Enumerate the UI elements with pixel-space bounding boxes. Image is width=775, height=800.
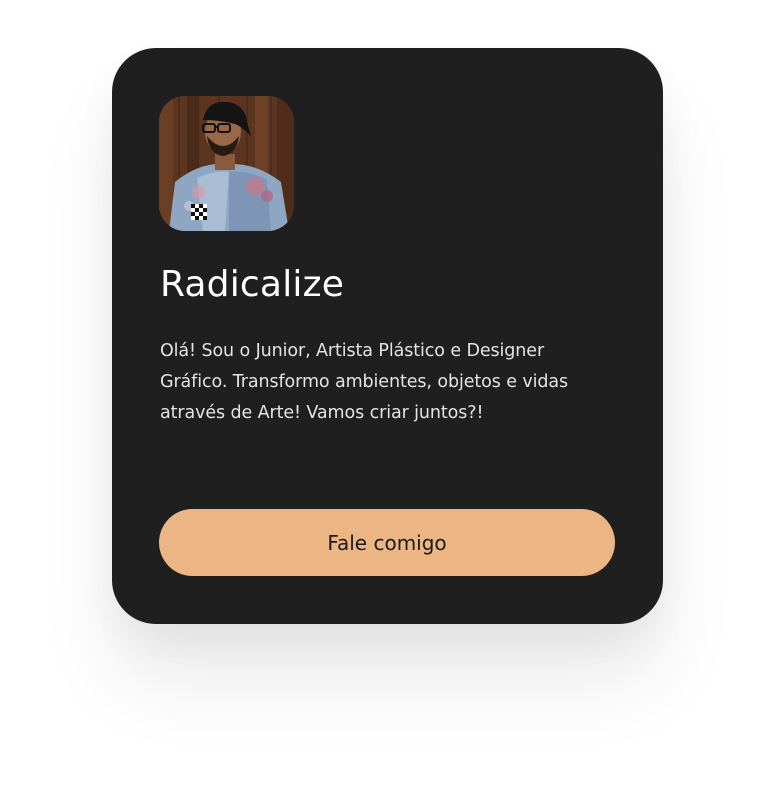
profile-card: Radicalize Olá! Sou o Junior, Artista Pl… [112,48,663,624]
profile-avatar [159,96,294,231]
profile-photo-icon [159,96,294,231]
contact-button[interactable]: Fale comigo [159,509,615,576]
profile-bio: Olá! Sou o Junior, Artista Plástico e De… [160,341,569,423]
profile-name: Radicalize [160,264,345,305]
page: Radicalize Olá! Sou o Junior, Artista Pl… [0,0,775,800]
